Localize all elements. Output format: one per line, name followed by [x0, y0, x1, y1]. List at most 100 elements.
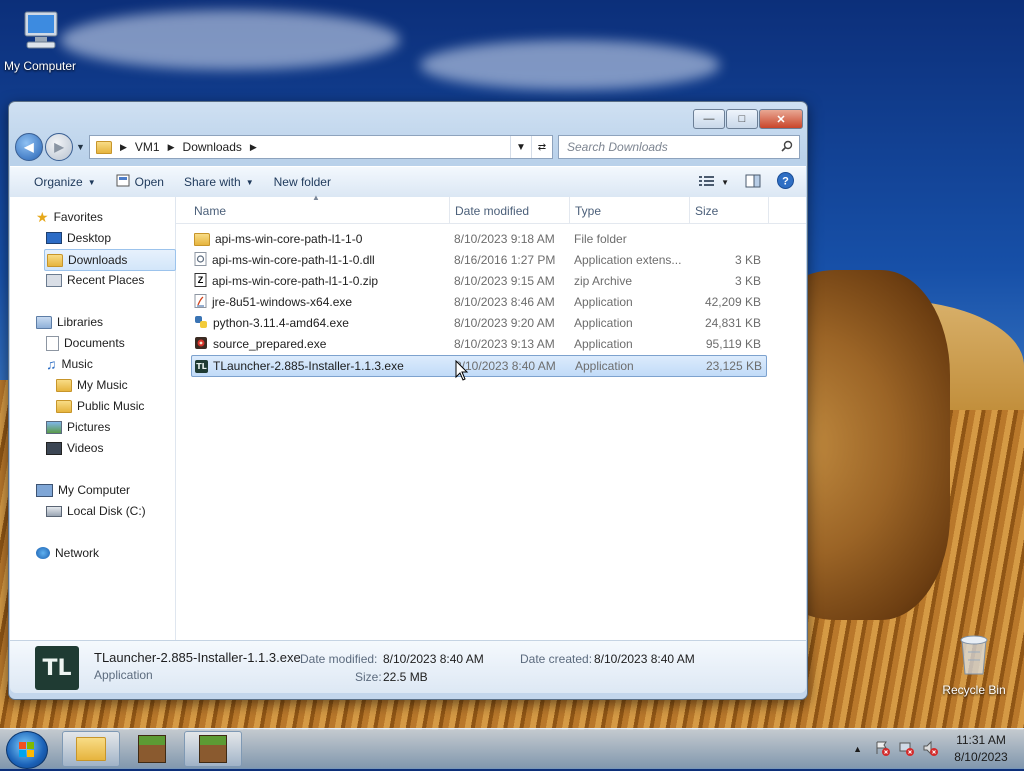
file-row[interactable]: python-3.11.4-amd64.exe 8/10/2023 9:20 A… — [191, 313, 765, 333]
file-size: 23,125 KB — [705, 359, 762, 373]
minimize-icon[interactable]: — — [693, 109, 725, 129]
show-hidden-icons-icon[interactable]: ▲ — [853, 744, 862, 754]
taskbar-minecraft[interactable] — [123, 731, 181, 767]
action-center-icon[interactable] — [874, 740, 890, 759]
nav-label: Network — [55, 546, 100, 560]
dll-icon — [194, 251, 207, 269]
nav-my-computer[interactable]: My Computer — [36, 480, 130, 500]
file-type: Application extens... — [574, 253, 682, 267]
nav-favorites[interactable]: ★ Favorites — [36, 207, 103, 227]
file-row[interactable]: source_prepared.exe 8/10/2023 9:13 AM Ap… — [191, 334, 765, 354]
details-created-value: 8/10/2023 8:40 AM — [594, 652, 695, 666]
address-bar[interactable]: ▶ VM1 ▶ Downloads ▶ ▼ ⇄ — [89, 135, 553, 159]
file-date: 8/10/2023 8:46 AM — [454, 295, 555, 309]
chevron-down-icon: ▼ — [245, 177, 254, 187]
nav-pictures[interactable]: Pictures — [46, 417, 110, 437]
taskbar-explorer[interactable] — [62, 731, 120, 767]
open-button[interactable]: Open — [106, 174, 174, 190]
pictures-icon — [46, 420, 62, 434]
recent-pages-dropdown[interactable]: ▼ — [76, 142, 85, 152]
nav-my-music[interactable]: My Music — [56, 375, 128, 395]
volume-muted-icon[interactable] — [922, 740, 938, 759]
desktop-icon-recycle-bin[interactable]: Recycle Bin — [934, 632, 1014, 697]
refresh-icon[interactable]: ⇄ — [531, 136, 552, 158]
file-size: 24,831 KB — [704, 316, 761, 330]
start-button[interactable] — [6, 731, 48, 769]
nav-music[interactable]: ♫ Music — [46, 354, 93, 374]
desktop-icon — [46, 232, 62, 244]
file-size: 3 KB — [734, 253, 761, 267]
nav-local-disk[interactable]: Local Disk (C:) — [46, 501, 146, 521]
nav-desktop[interactable]: Desktop — [46, 228, 111, 248]
nav-videos[interactable]: Videos — [46, 438, 103, 458]
details-pane: TL TLauncher-2.885-Installer-1.1.3.exe A… — [10, 640, 806, 693]
taskbar-minecraft-active[interactable] — [184, 731, 242, 767]
new-folder-button[interactable]: New folder — [264, 175, 341, 189]
breadcrumb-arrow-icon[interactable]: ▶ — [168, 142, 175, 153]
search-placeholder: Search Downloads — [567, 140, 668, 154]
details-created-label: Date created: — [520, 652, 593, 666]
share-with-label: Share with — [183, 175, 241, 189]
nav-libraries[interactable]: Libraries — [36, 312, 103, 332]
help-icon[interactable]: ? — [777, 172, 794, 192]
star-icon: ★ — [36, 208, 49, 225]
back-button[interactable]: ◀ — [15, 133, 43, 161]
organize-button[interactable]: Organize ▼ — [24, 175, 106, 189]
change-view-button[interactable]: ▼ — [699, 175, 729, 190]
file-row[interactable]: Zapi-ms-win-core-path-l1-1-0.zip 8/10/20… — [191, 271, 765, 291]
libraries-icon — [36, 315, 52, 329]
address-dropdown-icon[interactable]: ▼ — [510, 136, 531, 158]
breadcrumb-downloads[interactable]: Downloads — [183, 140, 242, 154]
folder-icon — [56, 378, 72, 392]
navigation-bar: ◀ ▶ ▼ ▶ VM1 ▶ Downloads ▶ ▼ ⇄ Search Dow… — [15, 132, 801, 162]
minecraft-icon — [138, 735, 166, 763]
maximize-icon[interactable]: □ — [726, 109, 758, 129]
breadcrumb-arrow-icon[interactable]: ▶ — [120, 142, 127, 153]
computer-icon — [36, 483, 53, 497]
search-input[interactable]: Search Downloads — [558, 135, 800, 159]
sort-arrow-icon: ▲ — [312, 193, 320, 202]
nav-downloads[interactable]: Downloads — [44, 249, 176, 271]
column-size[interactable]: Size — [695, 204, 718, 218]
column-type[interactable]: Type — [575, 204, 601, 218]
file-row[interactable]: jre-8u51-windows-x64.exe 8/10/2023 8:46 … — [191, 292, 765, 312]
nav-recent-places[interactable]: Recent Places — [46, 270, 144, 290]
tlauncher-icon: TL — [195, 359, 208, 373]
nav-label: Recent Places — [67, 273, 145, 287]
file-type: Application — [574, 337, 633, 351]
nav-network[interactable]: Network — [36, 543, 99, 563]
desktop-icon-my-computer[interactable]: My Computer — [0, 8, 80, 73]
file-row[interactable]: api-ms-win-core-path-l1-1-0.dll 8/16/201… — [191, 250, 765, 270]
share-with-button[interactable]: Share with ▼ — [174, 175, 264, 189]
search-icon[interactable] — [781, 140, 793, 155]
nav-label: My Computer — [58, 483, 131, 497]
open-label: Open — [134, 175, 164, 189]
file-row[interactable]: api-ms-win-core-path-l1-1-0 8/10/2023 9:… — [191, 229, 765, 249]
recent-places-icon — [46, 273, 62, 287]
explorer-window: — □ ✕ ◀ ▶ ▼ ▶ VM1 ▶ Downloads ▶ ▼ ⇄ Sear… — [8, 101, 808, 700]
breadcrumb-vm1[interactable]: VM1 — [135, 140, 160, 154]
network-status-icon[interactable] — [898, 740, 914, 759]
file-name: api-ms-win-core-path-l1-1-0.zip — [212, 274, 379, 288]
music-icon: ♫ — [46, 356, 57, 372]
column-date-modified[interactable]: Date modified — [455, 204, 529, 218]
details-file-name: TLauncher-2.885-Installer-1.1.3.exe — [94, 650, 301, 665]
nav-public-music[interactable]: Public Music — [56, 396, 144, 416]
breadcrumb-arrow-icon[interactable]: ▶ — [250, 142, 257, 153]
file-name: api-ms-win-core-path-l1-1-0 — [215, 232, 363, 246]
file-name: api-ms-win-core-path-l1-1-0.dll — [212, 253, 375, 267]
forward-button[interactable]: ▶ — [45, 133, 73, 161]
file-row-selected[interactable]: TL TLauncher-2.885-Installer-1.1.3.exe 8/… — [191, 355, 767, 377]
close-icon[interactable]: ✕ — [759, 109, 803, 129]
clock-date: 8/10/2023 — [954, 750, 1008, 764]
tlauncher-icon: TL — [35, 646, 79, 690]
content-area: ★ Favorites Desktop Downloads Recent Plac… — [10, 193, 806, 640]
file-type: zip Archive — [574, 274, 633, 288]
file-list: Name ▲ Date modified Type Size api-ms-wi… — [176, 193, 806, 640]
nav-documents[interactable]: Documents — [46, 333, 125, 353]
organize-label: Organize — [34, 175, 83, 189]
cloud — [60, 10, 400, 70]
column-name[interactable]: Name — [194, 204, 226, 218]
preview-pane-icon[interactable] — [745, 174, 761, 191]
clock[interactable]: 11:31 AM 8/10/2023 — [946, 732, 1016, 766]
